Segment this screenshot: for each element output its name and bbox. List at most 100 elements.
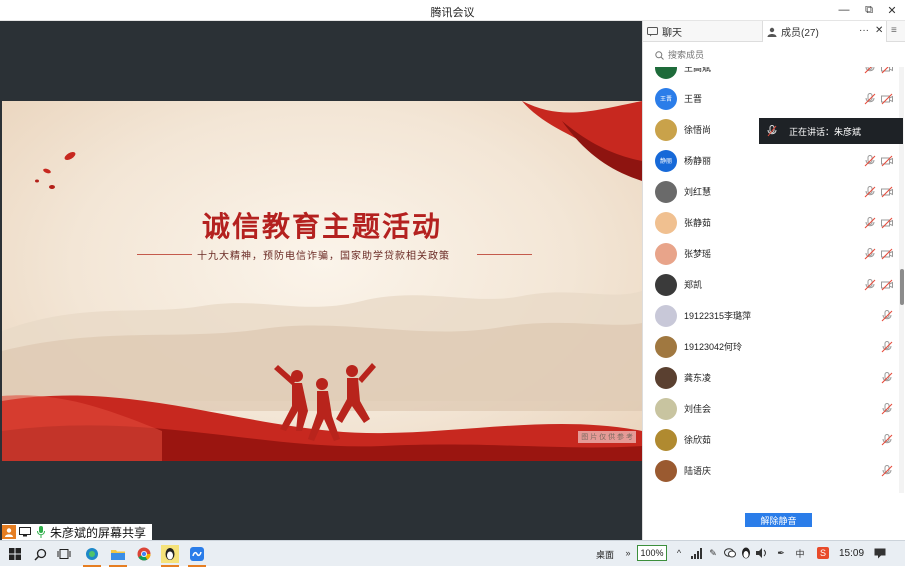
mic-muted-icon[interactable] — [864, 185, 876, 198]
search-icon — [655, 50, 664, 60]
search-input[interactable] — [668, 50, 868, 60]
member-row[interactable]: 静丽 杨静丽 — [643, 145, 898, 176]
chat-icon — [647, 26, 658, 36]
mic-muted-icon[interactable] — [864, 154, 876, 167]
camera-off-icon[interactable] — [881, 67, 893, 74]
close-button[interactable]: ✕ — [880, 1, 904, 19]
unmute-all-button[interactable]: 解除静音 — [745, 513, 812, 527]
member-row[interactable]: 郑凯 — [643, 269, 898, 300]
avatar — [655, 67, 677, 79]
desktop-toolbar-label[interactable]: 桌面 — [596, 548, 614, 561]
camera-off-icon[interactable] — [881, 155, 893, 167]
search-taskbar-button[interactable] — [31, 545, 49, 563]
battery-indicator[interactable]: 100% — [637, 545, 667, 561]
chevron-up-icon[interactable]: ^ — [673, 547, 685, 559]
wechat-icon[interactable] — [724, 547, 736, 559]
member-row[interactable]: 龚东凌 — [643, 362, 898, 393]
slide-subtitle: 十九大精神，预防电信诈骗，国家助学贷款相关政策 — [197, 251, 450, 262]
restore-button[interactable]: ⧉ — [857, 1, 881, 19]
screen-share-owner: 朱彦斌的屏幕共享 — [50, 525, 147, 540]
subtitle-rule-right — [477, 254, 532, 255]
network-icon[interactable] — [690, 547, 702, 559]
camera-off-icon[interactable] — [881, 93, 893, 105]
camera-off-icon[interactable] — [881, 186, 893, 198]
panel-tabs: 聊天 成员(27) ··· ✕ ≡ — [643, 21, 905, 42]
tab-members-label: 成员(27) — [781, 28, 819, 39]
mic-muted-icon[interactable] — [881, 433, 893, 446]
member-row[interactable]: 19122315李璐萍 — [643, 300, 898, 331]
camera-off-icon[interactable] — [881, 217, 893, 229]
camera-off-icon[interactable] — [881, 248, 893, 260]
qq-taskbar-button[interactable] — [161, 545, 179, 567]
member-name: 杨静丽 — [684, 156, 712, 166]
chrome-taskbar-button[interactable] — [135, 545, 153, 563]
mic-muted-icon[interactable] — [881, 402, 893, 415]
mic-muted-icon[interactable] — [864, 67, 876, 74]
taskbar-clock[interactable]: 15:09 — [839, 548, 864, 559]
mic-muted-icon[interactable] — [881, 340, 893, 353]
mic-muted-icon[interactable] — [864, 216, 876, 229]
search-icon — [33, 548, 46, 561]
avatar — [655, 335, 677, 358]
tab-members[interactable]: 成员(27) ··· ✕ — [763, 21, 887, 42]
edge-taskbar-button[interactable] — [83, 545, 101, 567]
penguin-icon — [165, 548, 175, 560]
tencent-meeting-taskbar-button[interactable] — [188, 545, 206, 567]
member-row[interactable]: 19123042何玲 — [643, 331, 898, 362]
minimize-button[interactable]: — — [832, 1, 856, 19]
sogou-input-icon[interactable]: S — [817, 547, 829, 559]
member-name: 刘佳会 — [684, 404, 712, 414]
member-name: 张梦瑶 — [684, 249, 712, 259]
folder-icon — [111, 550, 125, 560]
slide-title: 诚信教育主题活动 — [201, 210, 442, 243]
mic-muted-icon[interactable] — [881, 464, 893, 477]
mic-muted-icon[interactable] — [881, 309, 893, 322]
member-name: 张静茹 — [684, 218, 712, 228]
member-row[interactable]: 张静茹 — [643, 207, 898, 238]
member-row[interactable]: 王晋 王晋 — [643, 83, 898, 114]
close-panel-button[interactable]: ✕ — [875, 25, 883, 36]
member-list-scroll-thumb[interactable] — [900, 269, 904, 305]
avatar: 王晋 — [655, 87, 677, 110]
member-search[interactable] — [655, 48, 891, 62]
member-row[interactable]: 刘佳会 — [643, 393, 898, 424]
meeting-icon — [190, 547, 204, 561]
panel-menu-button[interactable]: ≡ — [891, 25, 897, 36]
member-row[interactable]: 张梦瑶 — [643, 238, 898, 269]
speaking-tooltip: 正在讲话：朱彦斌 — [759, 118, 903, 144]
avatar — [655, 242, 677, 265]
tab-chat[interactable]: 聊天 — [643, 21, 763, 42]
avatar — [655, 366, 677, 389]
task-view-icon — [57, 549, 71, 559]
mic-muted-icon[interactable] — [864, 278, 876, 291]
member-name: 19122315李璐萍 — [684, 311, 752, 321]
ime-icon[interactable]: 中 — [794, 547, 806, 559]
volume-icon[interactable] — [756, 547, 768, 559]
member-row[interactable]: 徐欣茹 — [643, 424, 898, 455]
mic-muted-icon[interactable] — [864, 92, 876, 105]
member-name: 19123042何玲 — [684, 342, 743, 352]
member-name: 徐欣茹 — [684, 435, 712, 445]
qq-tray-icon[interactable] — [740, 547, 752, 559]
mic-muted-icon[interactable] — [864, 247, 876, 260]
task-view-button[interactable] — [55, 545, 73, 563]
brush-icon[interactable]: ✒ — [775, 547, 787, 559]
member-row[interactable]: 陆语庆 — [643, 455, 898, 486]
mic-muted-icon[interactable] — [881, 371, 893, 384]
tray-overflow-icon[interactable]: » — [622, 547, 634, 559]
pen-icon[interactable]: ✎ — [707, 547, 719, 559]
avatar — [655, 273, 677, 296]
start-button[interactable] — [6, 545, 24, 563]
members-icon — [767, 27, 777, 37]
member-name: 龚东凌 — [684, 373, 712, 383]
avatar — [655, 304, 677, 327]
title-bar: 腾讯会议 — ⧉ ✕ — [0, 0, 905, 21]
member-row[interactable]: 刘红慧 — [643, 176, 898, 207]
member-row[interactable]: 王高斌 — [643, 67, 898, 83]
members-panel: 聊天 成员(27) ··· ✕ ≡ 王高斌王晋王晋徐悟尚静丽杨静丽刘红慧张静茹张… — [642, 21, 905, 540]
more-options-button[interactable]: ··· — [859, 25, 869, 36]
avatar — [655, 118, 677, 141]
notification-icon[interactable] — [874, 547, 886, 559]
file-explorer-button[interactable] — [109, 545, 127, 567]
camera-off-icon[interactable] — [881, 279, 893, 291]
